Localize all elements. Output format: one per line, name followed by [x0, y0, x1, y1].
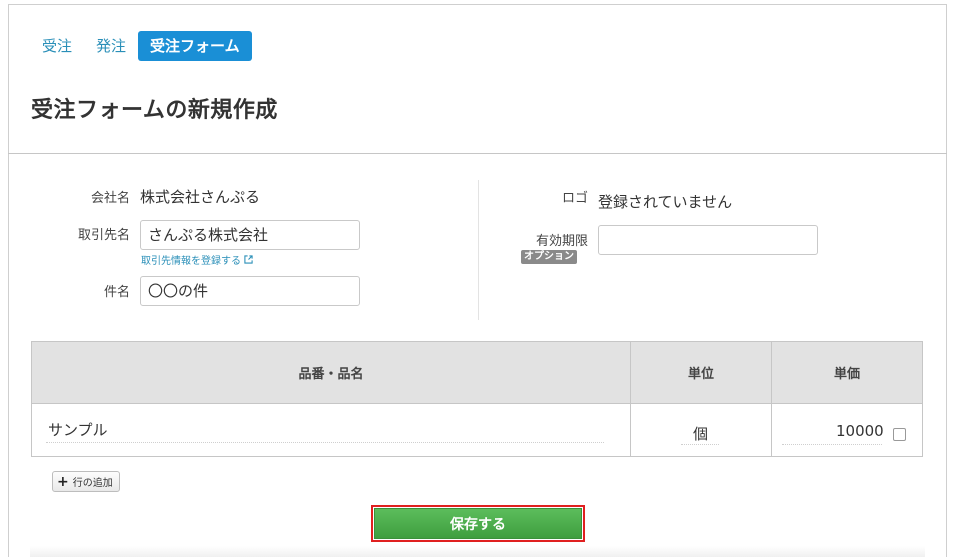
unit-price-value: 10000	[836, 422, 884, 440]
client-input[interactable]: さんぷる株式会社	[140, 220, 360, 250]
tab-orders-placed[interactable]: 発注	[84, 31, 138, 61]
table-header: 品番・品名 単位 単価	[32, 342, 922, 404]
subject-input[interactable]: 〇〇の件	[140, 276, 360, 306]
optional-badge: オプション	[521, 250, 577, 264]
external-link-icon	[244, 255, 253, 264]
tab-orders-received[interactable]: 受注	[30, 31, 84, 61]
tab-bar: 受注 発注 受注フォーム	[30, 31, 252, 61]
tab-order-form[interactable]: 受注フォーム	[138, 31, 252, 61]
company-value: 株式会社さんぷる	[140, 188, 261, 206]
header-item-name: 品番・品名	[32, 342, 631, 403]
header-divider	[8, 153, 947, 154]
logo-label: ロゴ	[561, 191, 588, 206]
add-row-label: 行の追加	[72, 478, 113, 489]
items-table: 品番・品名 単位 単価 サンプル 個 10000	[31, 341, 923, 457]
register-client-link[interactable]: 取引先情報を登録する	[141, 252, 253, 267]
item-name-underline	[46, 442, 604, 443]
expiry-input[interactable]	[598, 225, 818, 255]
unit-price-underline	[782, 444, 882, 445]
company-label: 会社名	[90, 191, 130, 206]
header-unit-price: 単価	[833, 367, 860, 382]
subject-label: 件名	[103, 285, 130, 300]
item-name-cell[interactable]: サンプル	[32, 404, 631, 456]
item-name-value: サンプル	[48, 421, 108, 439]
save-button-highlight: 保存する	[371, 505, 585, 542]
expiry-label: 有効期限	[535, 234, 588, 249]
page-title: 受注フォームの新規作成	[31, 98, 278, 123]
bottom-shadow	[30, 546, 925, 557]
save-button[interactable]: 保存する	[374, 508, 582, 539]
add-row-button[interactable]: + 行の追加	[52, 471, 120, 492]
register-client-link-label: 取引先情報を登録する	[141, 256, 241, 267]
plus-icon: +	[57, 473, 69, 490]
client-label: 取引先名	[77, 228, 130, 243]
table-row: サンプル 個 10000	[32, 404, 922, 456]
unit-price-cell[interactable]: 10000	[772, 404, 922, 456]
unit-cell[interactable]: 個	[631, 404, 772, 456]
column-separator	[478, 180, 479, 320]
header-unit: 単位	[631, 342, 772, 403]
unit-value: 個	[693, 425, 709, 443]
unit-underline	[681, 444, 719, 445]
logo-value: 登録されていません	[598, 193, 733, 211]
tax-checkbox[interactable]	[893, 428, 906, 441]
